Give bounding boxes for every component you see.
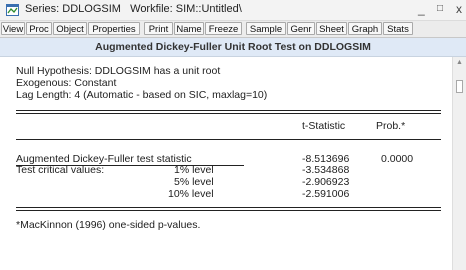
null-hypothesis: Null Hypothesis: DDLOGSIM has a unit roo… — [16, 65, 221, 77]
col-header-tstatistic: t-Statistic — [302, 120, 346, 132]
output-header: Augmented Dickey-Fuller Unit Root Test o… — [0, 38, 466, 57]
stats-button[interactable]: Stats — [383, 22, 413, 35]
scroll-thumb[interactable] — [456, 80, 463, 93]
critical-value: -2.591006 — [302, 188, 350, 200]
name-button[interactable]: Name — [174, 22, 204, 35]
window-title: Series: DDLOGSIM Workfile: SIM::Untitled… — [25, 3, 242, 15]
object-button[interactable]: Object — [53, 22, 87, 35]
sample-button[interactable]: Sample — [246, 22, 286, 35]
table-bottom-rule-1 — [16, 207, 441, 208]
critical-level: 10% level — [168, 188, 214, 200]
footnote: *MacKinnon (1996) one-sided p-values. — [16, 219, 201, 231]
table-bottom-rule-2 — [16, 210, 441, 211]
graph-button[interactable]: Graph — [348, 22, 382, 35]
proc-button[interactable]: Proc — [26, 22, 52, 35]
view-button[interactable]: View — [1, 22, 25, 35]
maximize-button[interactable]: □ — [437, 2, 443, 16]
col-header-prob: Prob.* — [376, 120, 406, 132]
critical-value: -3.534868 — [302, 164, 350, 176]
scroll-up-arrow-icon[interactable]: ▲ — [456, 59, 463, 66]
output-table: Null Hypothesis: DDLOGSIM has a unit roo… — [0, 57, 452, 270]
critical-value: -2.906923 — [302, 176, 350, 188]
table-top-rule-1 — [16, 110, 441, 111]
table-top-rule-2 — [16, 113, 441, 114]
vertical-scrollbar[interactable]: ▲ — [452, 57, 466, 270]
properties-button[interactable]: Properties — [88, 22, 140, 35]
critical-values-label: Test critical values: — [16, 164, 105, 176]
eviews-window-icon — [6, 4, 19, 16]
critical-level: 5% level — [174, 176, 214, 188]
exogenous-line: Exogenous: Constant — [16, 77, 117, 89]
lag-length-line: Lag Length: 4 (Automatic - based on SIC,… — [16, 89, 268, 101]
freeze-button[interactable]: Freeze — [205, 22, 242, 35]
header-rule — [16, 139, 441, 140]
print-button[interactable]: Print — [144, 22, 173, 35]
genr-button[interactable]: Genr — [287, 22, 315, 35]
minimize-button[interactable]: _ — [418, 2, 425, 16]
toolbar: View Proc Object Properties Print Name F… — [0, 21, 466, 38]
sheet-button[interactable]: Sheet — [316, 22, 347, 35]
close-button[interactable]: x — [456, 2, 462, 16]
critical-level: 1% level — [174, 164, 214, 176]
adf-probability: 0.0000 — [381, 153, 414, 165]
title-bar: Series: DDLOGSIM Workfile: SIM::Untitled… — [0, 0, 466, 21]
